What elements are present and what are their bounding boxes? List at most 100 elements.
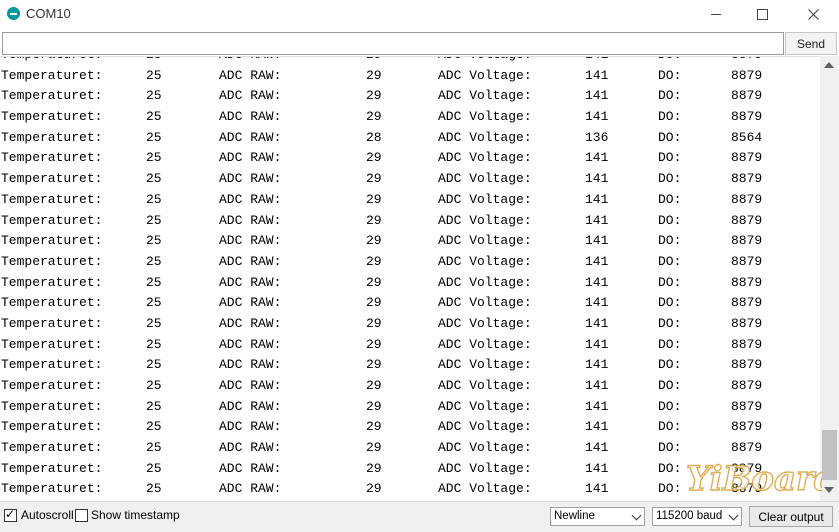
adc-voltage-value: 141 [585,419,609,435]
output-line: Temperaturet: 25 ADC RAW: 29 ADC Voltage: 141… [0,416,820,437]
adc-voltage-label: ADC Voltage: [438,315,532,331]
adc-voltage-value: 141 [585,191,609,207]
adc-voltage-value: 141 [585,109,609,125]
adc-voltage-label: ADC Voltage: [438,419,532,435]
output-line: Temperaturet: 25 ADC RAW: 29 ADC Voltage: 141… [0,251,820,272]
do-label: DO: [658,171,682,187]
do-value: 8879 [731,150,763,166]
temperature-value: 25 [146,357,162,373]
maximize-button[interactable] [739,0,785,29]
temperature-value: 25 [146,88,162,104]
chevron-down-icon [728,510,739,521]
adc-raw-value: 29 [366,171,382,187]
output-line: Temperaturet: 25 ADC RAW: 29 ADC Voltage: 141… [0,65,820,86]
serial-command-input[interactable] [2,32,784,55]
baud-rate-select[interactable]: 115200 baud [652,507,742,526]
temperature-value: 25 [146,67,162,83]
do-label: DO: [658,315,682,331]
output-line: Temperaturet: 25 ADC RAW: 29 ADC Voltage: 141… [0,230,820,251]
temperature-label: Temperaturet: [1,212,103,228]
temperature-label: Temperaturet: [1,253,103,269]
adc-voltage-label: ADC Voltage: [438,57,532,62]
do-label: DO: [658,336,682,352]
do-value: 8879 [731,295,763,311]
temperature-label: Temperaturet: [1,460,103,476]
show-timestamp-label[interactable]: Show timestamp [91,508,180,522]
minimize-icon [711,14,721,15]
adc-raw-value: 29 [366,233,382,249]
adc-voltage-label: ADC Voltage: [438,398,532,414]
adc-raw-value: 29 [366,419,382,435]
autoscroll-label[interactable]: Autoscroll [21,508,74,522]
output-line: Temperaturet: 25 ADC RAW: 29 ADC Voltage: 141… [0,57,820,65]
adc-voltage-label: ADC Voltage: [438,191,532,207]
output-line: Temperaturet: 25 ADC RAW: 29 ADC Voltage: 141… [0,313,820,334]
temperature-value: 25 [146,233,162,249]
adc-voltage-label: ADC Voltage: [438,295,532,311]
temperature-value: 25 [146,336,162,352]
adc-raw-label: ADC RAW: [219,67,282,83]
adc-raw-label: ADC RAW: [219,419,282,435]
do-label: DO: [658,67,682,83]
temperature-label: Temperaturet: [1,191,103,207]
vertical-scrollbar[interactable] [820,56,839,501]
adc-voltage-value: 141 [585,212,609,228]
close-icon [807,9,819,20]
temperature-label: Temperaturet: [1,357,103,373]
do-value: 8879 [731,378,763,393]
temperature-value: 25 [146,419,162,435]
adc-voltage-label: ADC Voltage: [438,440,532,456]
adc-voltage-label: ADC Voltage: [438,171,532,187]
adc-raw-value: 28 [366,129,382,145]
do-label: DO: [658,357,682,373]
adc-voltage-value: 141 [585,171,609,187]
adc-raw-value: 29 [366,315,382,331]
do-label: DO: [658,295,682,311]
adc-raw-label: ADC RAW: [219,440,282,456]
do-value: 8879 [731,336,763,352]
close-button[interactable] [790,0,836,29]
do-label: DO: [658,57,681,62]
do-label: DO: [658,109,682,125]
adc-raw-value: 29 [366,109,382,125]
temperature-label: Temperaturet: [1,336,103,352]
output-line: Temperaturet: 25 ADC RAW: 29 ADC Voltage: 141… [0,375,820,396]
adc-raw-label: ADC RAW: [219,481,282,497]
arduino-app-icon [7,7,20,20]
autoscroll-checkbox[interactable] [4,507,17,522]
minimize-button[interactable] [693,0,739,29]
output-lines: Temperaturet: 25 ADC RAW: 29 ADC Voltage: 141… [0,57,820,499]
adc-voltage-label: ADC Voltage: [438,88,532,104]
adc-raw-value: 29 [366,212,382,228]
scroll-up-arrow-icon[interactable] [824,62,834,68]
do-label: DO: [658,150,682,166]
temperature-value: 25 [146,295,162,311]
adc-voltage-label: ADC Voltage: [438,378,532,393]
scrollbar-thumb[interactable] [822,430,837,480]
temperature-value: 25 [146,253,162,269]
adc-raw-value: 29 [366,67,382,83]
adc-raw-label: ADC RAW: [219,191,282,207]
line-ending-select[interactable]: Newline [550,507,645,526]
adc-raw-label: ADC RAW: [219,315,282,331]
scroll-down-arrow-icon[interactable] [824,487,834,493]
adc-raw-value: 29 [366,150,382,166]
adc-voltage-value: 141 [585,295,609,311]
adc-voltage-label: ADC Voltage: [438,150,532,166]
adc-raw-value: 29 [366,274,382,290]
temperature-value: 25 [146,315,162,331]
do-value: 8879 [731,212,763,228]
temperature-value: 25 [146,440,162,456]
show-timestamp-checkbox[interactable] [75,509,88,522]
temperature-value: 25 [146,212,162,228]
temperature-value: 25 [146,129,162,145]
do-label: DO: [658,129,682,145]
clear-output-button[interactable]: Clear output [749,506,833,527]
send-button[interactable]: Send [785,32,837,55]
do-value: 8879 [731,419,763,435]
watermark-text: YiBoard [686,459,822,499]
adc-raw-label: ADC RAW: [219,129,282,145]
adc-raw-label: ADC RAW: [219,212,282,228]
temperature-label: Temperaturet: [1,67,103,83]
temperature-label: Temperaturet: [1,88,103,104]
